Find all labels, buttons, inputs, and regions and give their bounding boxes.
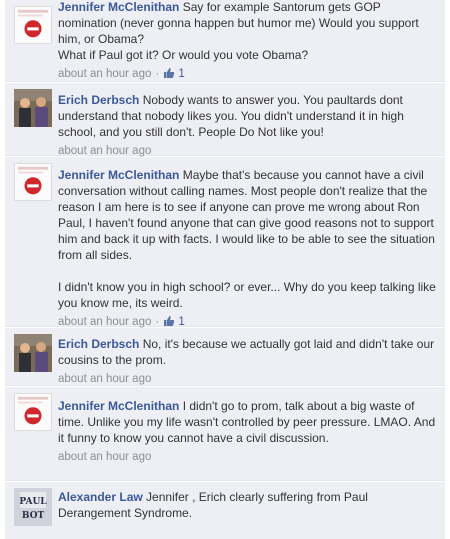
comment-author[interactable]: Erich Derbsch xyxy=(58,337,139,351)
like-count[interactable]: 1 xyxy=(178,316,184,328)
comment-author[interactable]: Jennifer McClenithan xyxy=(58,168,179,182)
profile-photo xyxy=(14,334,52,372)
no-entry-icon xyxy=(14,163,52,201)
comment: Erich Derbsch Nobody wants to answer you… xyxy=(5,83,445,159)
no-entry-icon xyxy=(14,6,52,44)
comment-body: Erich Derbsch No, it's because we actual… xyxy=(58,336,439,387)
comment: Erich Derbsch No, it's because we actual… xyxy=(5,328,445,386)
profile-photo xyxy=(14,89,52,127)
comment-author[interactable]: Jennifer McClenithan xyxy=(58,399,179,413)
timestamp[interactable]: about an hour ago xyxy=(58,145,151,157)
timestamp[interactable]: about an hour ago xyxy=(58,316,151,328)
comment-author[interactable]: Alexander Law xyxy=(58,490,143,504)
avatar[interactable] xyxy=(14,89,52,127)
comment-text: I didn't know you in high school? or eve… xyxy=(58,280,436,310)
comment: Jennifer McClenithan Say for example San… xyxy=(5,0,445,82)
no-entry-icon xyxy=(14,393,52,431)
comment-meta: about an hour ago xyxy=(58,449,439,465)
avatar[interactable] xyxy=(14,334,52,372)
avatar-text: BOT xyxy=(22,511,45,521)
avatar-text: PAUL xyxy=(19,497,47,507)
comment: Jennifer McClenithan Maybe that's becaus… xyxy=(5,157,445,330)
timestamp[interactable]: about an hour ago xyxy=(58,373,151,385)
separator: · xyxy=(155,68,160,80)
comment-author[interactable]: Erich Derbsch xyxy=(58,93,139,107)
timestamp[interactable]: about an hour ago xyxy=(58,451,151,463)
avatar[interactable]: PAUL BOT xyxy=(14,488,52,526)
separator: · xyxy=(155,316,160,328)
comment-body: Jennifer McClenithan Maybe that's becaus… xyxy=(58,167,439,330)
comment-author[interactable]: Jennifer McClenithan xyxy=(58,0,179,14)
comment-body: Alexander Law Jennifer , Erich clearly s… xyxy=(58,489,439,521)
comment-body: Jennifer McClenithan Say for example San… xyxy=(58,0,439,82)
comment-thread: Jennifer McClenithan Say for example San… xyxy=(5,0,445,539)
comment-text: Maybe that's because you cannot have a c… xyxy=(58,168,435,262)
comment-body: Jennifer McClenithan I didn't go to prom… xyxy=(58,398,439,465)
thumbs-up-icon[interactable] xyxy=(163,67,175,79)
thumbs-up-icon[interactable] xyxy=(163,315,175,327)
avatar[interactable] xyxy=(14,163,52,201)
like-count[interactable]: 1 xyxy=(178,68,184,80)
avatar[interactable] xyxy=(14,6,52,44)
comment-text: What if Paul got it? Or would you vote O… xyxy=(58,48,309,62)
comment: PAUL BOT Alexander Law Jennifer , Erich … xyxy=(5,482,445,539)
comment-meta: about an hour ago · 1 xyxy=(58,66,439,82)
comment-meta: about an hour ago xyxy=(58,371,439,387)
comment-body: Erich Derbsch Nobody wants to answer you… xyxy=(58,92,439,159)
paul-bot-image: PAUL BOT xyxy=(14,488,52,526)
timestamp[interactable]: about an hour ago xyxy=(58,68,151,80)
avatar[interactable] xyxy=(14,393,52,431)
comment: Jennifer McClenithan I didn't go to prom… xyxy=(5,387,445,481)
